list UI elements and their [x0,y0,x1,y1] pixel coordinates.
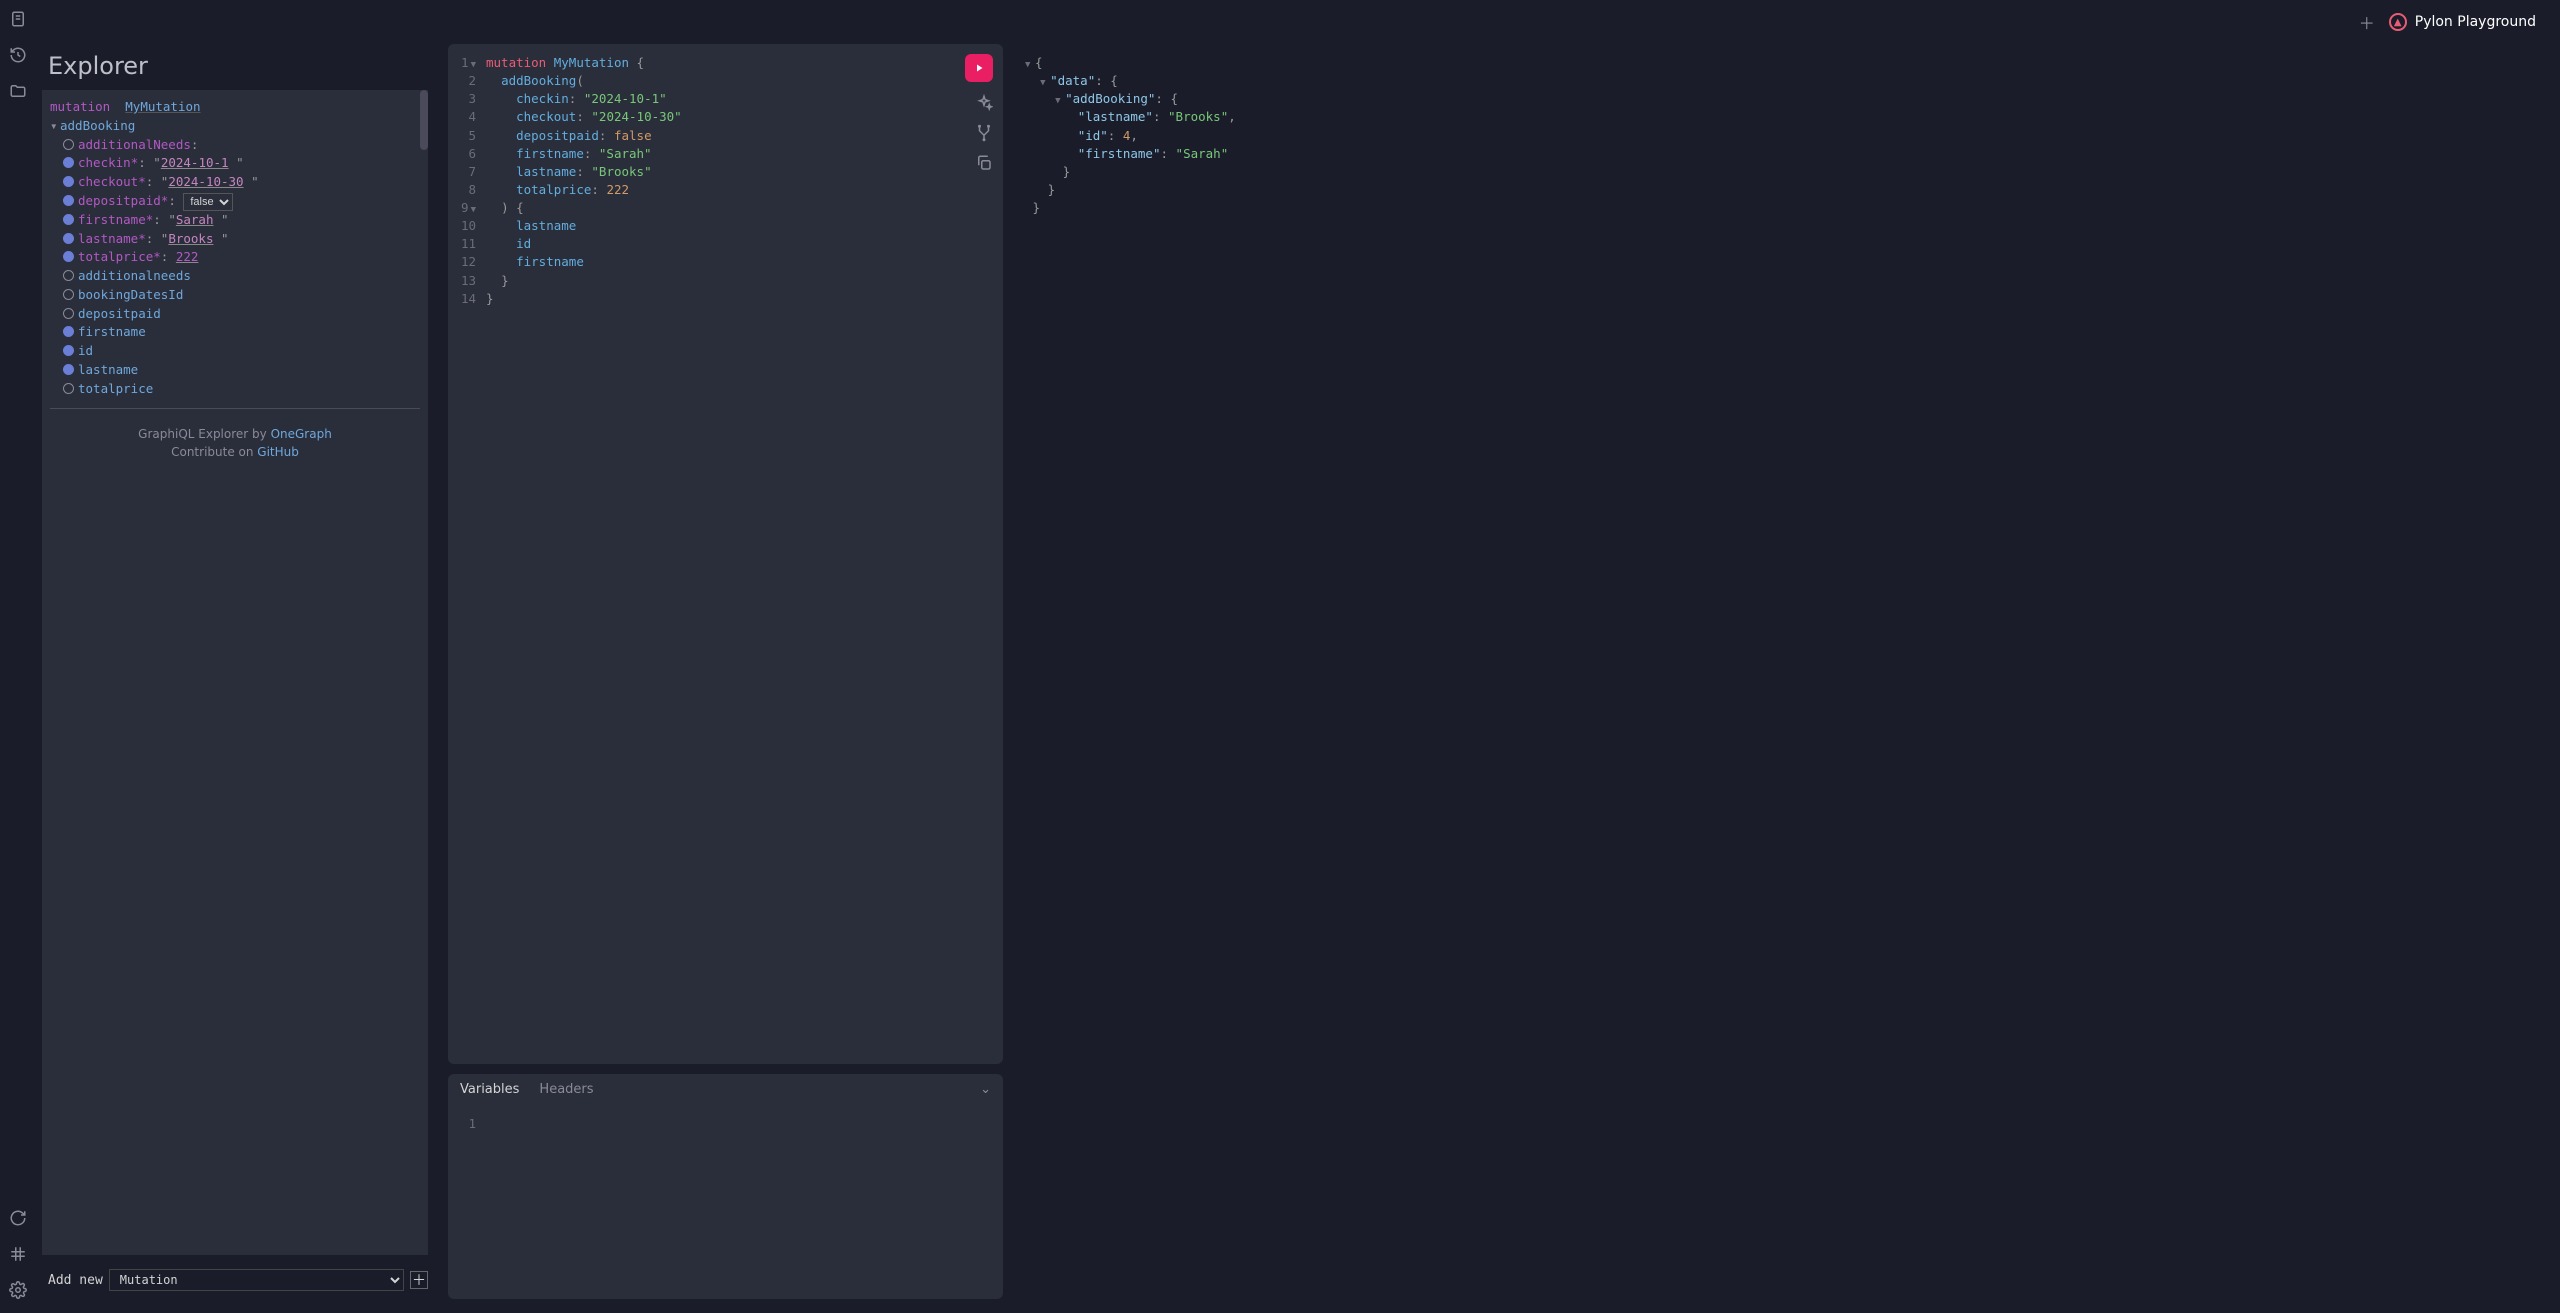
vars-gutter: 1 [448,1105,482,1299]
run-button[interactable] [965,54,993,82]
keyboard-icon[interactable] [9,1245,27,1263]
add-new-select[interactable]: Mutation [109,1269,404,1291]
explorer-credit: GraphiQL Explorer by OneGraphContribute … [50,419,420,467]
brand: ▲ Pylon Playground [2389,13,2536,31]
sel-bookingDatesId[interactable]: bookingDatesId [50,286,420,305]
checkbox-icon[interactable] [63,233,74,244]
code-content[interactable]: mutation MyMutation { addBooking( checki… [482,44,1003,1064]
collapse-arrow-icon[interactable]: ▾ [50,117,60,136]
onegraph-link[interactable]: OneGraph [271,427,332,441]
checkbox-icon[interactable] [63,345,74,356]
query-editor[interactable]: 1▼23456789▼1011121314 mutation MyMutatio… [448,44,1003,1064]
github-link[interactable]: GitHub [257,445,299,459]
sel-firstname[interactable]: firstname [50,323,420,342]
checkbox-icon[interactable] [63,289,74,300]
checkbox-icon[interactable] [63,364,74,375]
sel-totalprice[interactable]: totalprice [50,380,420,399]
folder-icon[interactable] [9,82,27,100]
arg-totalprice[interactable]: totalprice*: 222 [50,248,420,267]
left-icon-bar [0,0,36,1313]
checkbox-icon[interactable] [63,326,74,337]
checkbox-icon[interactable] [63,176,74,187]
arg-lastname[interactable]: lastname*: "Brooks " [50,230,420,249]
variables-pane: Variables Headers ⌄ 1 [448,1074,1003,1299]
explorer-panel: Explorer mutation MyMutation ▾addBooking… [36,44,434,1299]
merge-icon[interactable] [975,124,993,142]
add-new-row: Add new Mutation ＋ [36,1255,434,1299]
copy-icon[interactable] [975,154,993,172]
sel-additionalneeds[interactable]: additionalneeds [50,267,420,286]
checkbox-icon[interactable] [63,139,74,150]
depositpaid-select[interactable]: false [183,193,233,211]
mutation-keyword: mutation [50,99,110,114]
prettify-icon[interactable] [975,94,993,112]
checkbox-icon[interactable] [63,157,74,168]
topbar: ＋ ▲ Pylon Playground [36,0,2560,44]
docs-icon[interactable] [9,10,27,28]
arg-additionalNeeds[interactable]: additionalNeeds: [50,136,420,155]
explorer-body: mutation MyMutation ▾addBooking addition… [42,90,428,1255]
add-new-label: Add new [48,1273,103,1288]
arg-depositpaid[interactable]: depositpaid*: false [50,192,420,211]
root-field[interactable]: addBooking [60,118,135,133]
operation-name-input[interactable]: MyMutation [125,99,200,114]
tab-headers[interactable]: Headers [539,1082,593,1097]
checkbox-icon[interactable] [63,195,74,206]
checkbox-icon[interactable] [63,270,74,281]
explorer-title: Explorer [36,44,434,90]
refresh-icon[interactable] [9,1209,27,1227]
add-new-button[interactable]: ＋ [410,1271,428,1289]
result-pane: ▼{ ▼"data": { ▼"addBooking": { "lastname… [1017,44,2546,1299]
editor-area: 1▼23456789▼1011121314 mutation MyMutatio… [448,44,2546,1299]
checkbox-icon[interactable] [63,308,74,319]
tab-variables[interactable]: Variables [460,1082,519,1097]
chevron-down-icon[interactable]: ⌄ [980,1082,991,1097]
checkbox-icon[interactable] [63,383,74,394]
arg-firstname[interactable]: firstname*: "Sarah " [50,211,420,230]
brand-logo-icon: ▲ [2389,13,2407,31]
arg-checkin[interactable]: checkin*: "2024-10-1 " [50,154,420,173]
arg-checkout[interactable]: checkout*: "2024-10-30 " [50,173,420,192]
checkbox-icon[interactable] [63,214,74,225]
sel-id[interactable]: id [50,342,420,361]
sel-lastname[interactable]: lastname [50,361,420,380]
brand-name: Pylon Playground [2415,14,2536,30]
checkbox-icon[interactable] [63,251,74,262]
add-tab-button[interactable]: ＋ [2355,6,2379,38]
vars-editor[interactable] [482,1105,1003,1299]
sel-depositpaid[interactable]: depositpaid [50,305,420,324]
explorer-scrollbar[interactable] [420,90,428,150]
line-gutter: 1▼23456789▼1011121314 [448,44,482,1064]
history-icon[interactable] [9,46,27,64]
settings-icon[interactable] [9,1281,27,1299]
